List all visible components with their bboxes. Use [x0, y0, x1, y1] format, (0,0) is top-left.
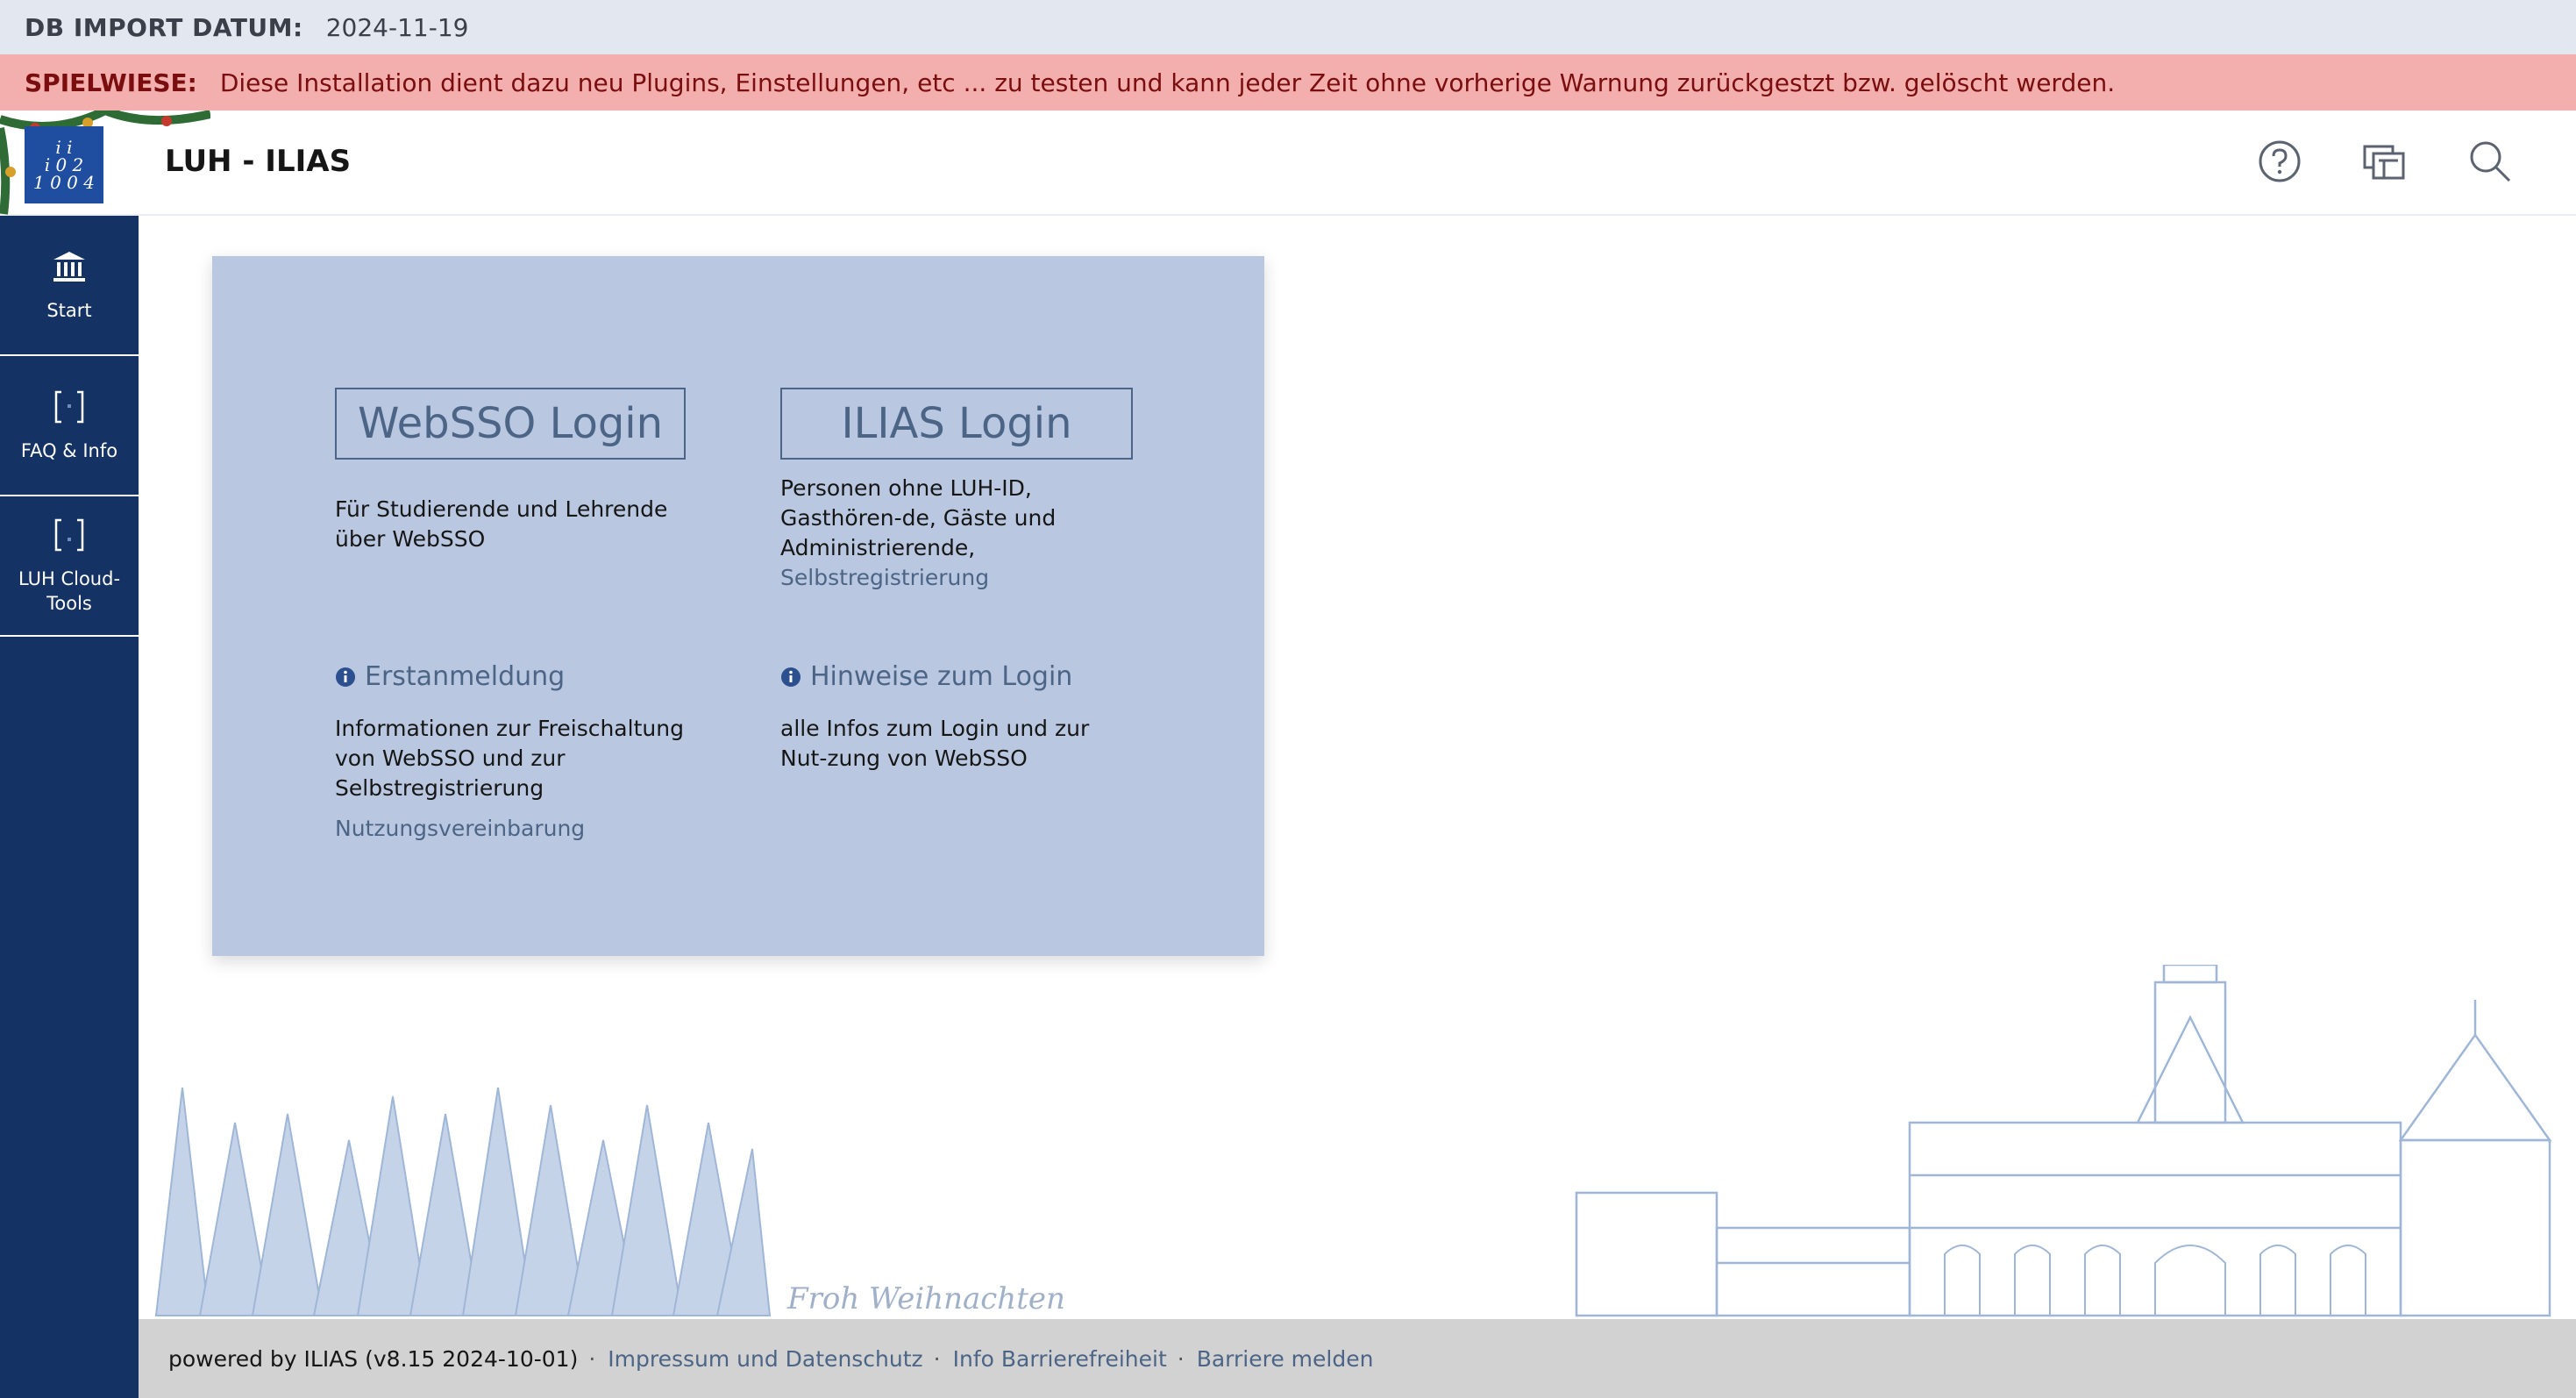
sidebar-item-luh-cloud-tools[interactable]: LUH Cloud-Tools — [0, 496, 139, 637]
sidebar-item-label: LUH Cloud-Tools — [18, 568, 121, 614]
help-icon[interactable] — [2253, 135, 2306, 188]
login-panel: WebSSO Login ILIAS Login Für Studierende… — [212, 256, 1264, 956]
ilias-description-text: Personen ohne LUH-ID, Gasthören-de, Gäst… — [780, 475, 1057, 560]
db-import-bar: DB IMPORT DATUM: 2024-11-19 — [0, 0, 2576, 54]
first-login-link[interactable]: Erstanmeldung — [335, 661, 565, 692]
bracket-icon — [54, 388, 84, 426]
main-header: i i i 0 2 1 0 0 4 LUH - ILIAS — [0, 111, 2576, 216]
login-hints-description: alle Infos zum Login und zur Nut-zung vo… — [780, 716, 1090, 771]
separator: · — [933, 1345, 941, 1372]
luh-logo[interactable]: i i i 0 2 1 0 0 4 — [25, 126, 103, 203]
sidebar-item-start[interactable]: Start — [0, 216, 139, 356]
separator: · — [588, 1345, 596, 1372]
greeting-text: Froh Weihnachten — [786, 1281, 1065, 1316]
ilias-description: Personen ohne LUH-ID, Gasthören-de, Gäst… — [780, 474, 1140, 593]
logo-line-2: i 0 2 — [44, 154, 84, 175]
logo-line-1: i i — [55, 137, 73, 158]
footer-link-report-barrier[interactable]: Barriere melden — [1197, 1346, 1374, 1372]
info-icon — [780, 667, 801, 688]
sidebar-item-faq-info[interactable]: FAQ & Info — [0, 356, 139, 496]
db-import-date: 2024-11-19 — [325, 12, 469, 42]
websso-description: Für Studierende und Lehrende über WebSSO — [335, 496, 668, 552]
main-bar: Start FAQ & Info LUH Cloud-Tools — [0, 216, 139, 1398]
first-login-title: Erstanmeldung — [365, 661, 566, 692]
logo-line-3: 1 0 0 4 — [33, 172, 95, 193]
ilias-login-button[interactable]: ILIAS Login — [780, 388, 1133, 460]
footer-link-accessibility[interactable]: Info Barrierefreiheit — [953, 1346, 1167, 1372]
warning-text: Diese Installation dient dazu neu Plugin… — [219, 68, 2116, 97]
winter-scenery-decoration: Froh Weihnachten — [154, 965, 2552, 1317]
terms-of-use-link[interactable]: Nutzungsvereinbarung — [335, 814, 585, 844]
login-hints-title: Hinweise zum Login — [810, 661, 1073, 692]
login-hints-link[interactable]: Hinweise zum Login — [780, 661, 1072, 692]
sidebar-item-label: Start — [46, 300, 92, 321]
self-registration-link[interactable]: Selbstregistrierung — [780, 563, 1140, 593]
sidebar-item-label: FAQ & Info — [20, 440, 118, 461]
powered-by-text: powered by ILIAS (v8.15 2024-10-01) — [168, 1345, 579, 1372]
bracket-icon — [54, 516, 84, 554]
search-icon[interactable] — [2464, 135, 2516, 188]
notification-center-icon[interactable] — [2359, 135, 2411, 188]
db-import-label: DB IMPORT DATUM: — [25, 12, 303, 42]
footer-link-imprint[interactable]: Impressum und Datenschutz — [608, 1346, 922, 1372]
sandbox-warning-bar: SPIELWIESE: Diese Installation dient daz… — [0, 54, 2576, 111]
websso-login-button[interactable]: WebSSO Login — [335, 388, 686, 460]
first-login-description: Informationen zur Freischaltung von WebS… — [335, 716, 684, 801]
info-icon — [335, 667, 356, 688]
footer: powered by ILIAS (v8.15 2024-10-01) · Im… — [139, 1319, 2576, 1398]
separator: · — [1177, 1345, 1185, 1372]
app-title: LUH - ILIAS — [165, 144, 352, 179]
warning-label: SPIELWIESE: — [25, 68, 197, 97]
bank-icon — [52, 247, 87, 286]
